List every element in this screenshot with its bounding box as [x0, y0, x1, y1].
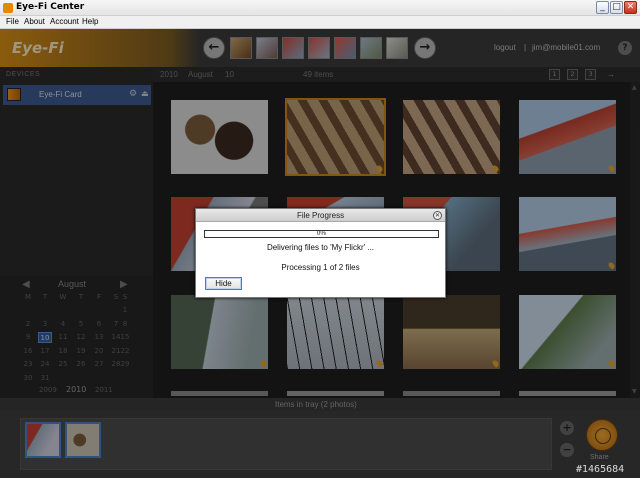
dialog-title: File Progress: [296, 211, 345, 220]
dialog-close-icon[interactable]: ✕: [433, 211, 442, 220]
minimize-button[interactable]: _: [596, 1, 609, 14]
processing-status: Processing 1 of 2 files: [281, 263, 360, 272]
close-button[interactable]: ✕: [624, 1, 637, 14]
menu-account[interactable]: Account: [50, 17, 79, 26]
eye-fi-center-window: Eye-Fi Center _ □ ✕ File About Account H…: [0, 0, 640, 478]
progress-percent: 0%: [316, 230, 327, 237]
maximize-button[interactable]: □: [610, 1, 623, 14]
menu-about[interactable]: About: [24, 17, 45, 26]
progress-bar: 0%: [204, 230, 439, 238]
watermark-text: #1465684: [576, 464, 625, 475]
dialog-title-bar: File Progress: [196, 209, 445, 222]
menu-help[interactable]: Help: [82, 17, 98, 26]
title-bar: Eye-Fi Center _ □ ✕: [0, 0, 640, 16]
menu-file[interactable]: File: [6, 17, 19, 26]
eye-fi-app-icon: [3, 3, 13, 13]
hide-button[interactable]: Hide: [205, 277, 242, 290]
file-progress-dialog: File Progress ✕ 0% Delivering files to '…: [195, 208, 446, 298]
menu-bar: File About Account Help: [0, 16, 640, 29]
window-title: Eye-Fi Center: [16, 2, 85, 12]
delivery-status: Delivering files to 'My Flickr' ...: [266, 243, 375, 252]
